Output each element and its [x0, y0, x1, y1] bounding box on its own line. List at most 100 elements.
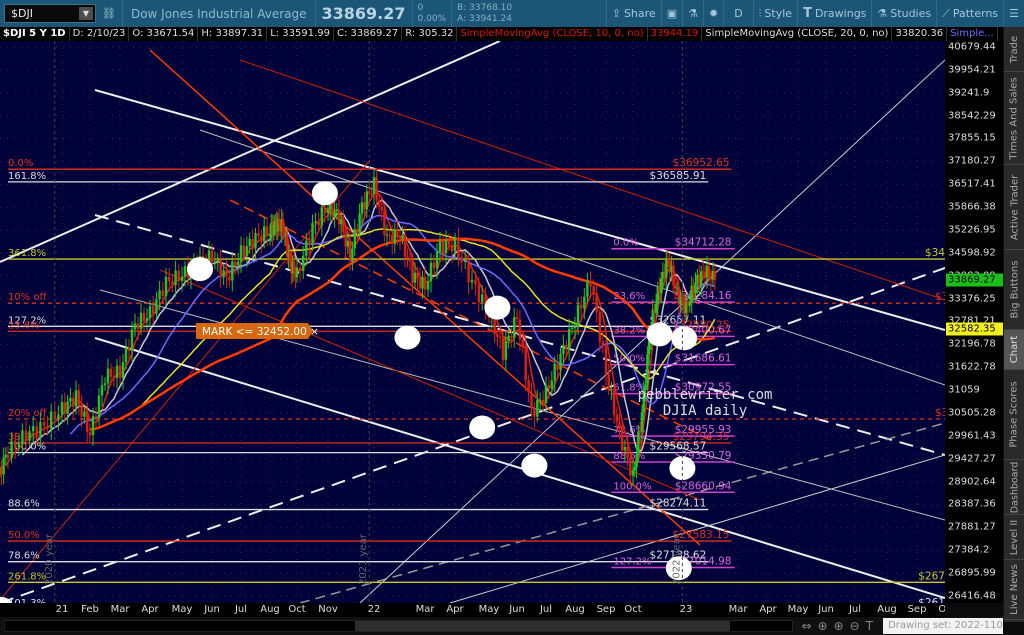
alert-button[interactable]: ▣ — [660, 0, 682, 27]
candle-body — [242, 245, 246, 257]
sidebar-tab-phase-scores[interactable]: Phase Scores — [1004, 370, 1024, 460]
text-tool-icon[interactable]: T — [866, 619, 873, 633]
sidebar-tab-active-trader[interactable]: Active Trader — [1004, 165, 1024, 250]
sma-more-label[interactable]: Simple... — [947, 27, 998, 41]
flask-icon: ⚗ — [877, 7, 888, 20]
candle-body — [406, 256, 409, 259]
candle-body — [145, 318, 149, 321]
drawings-label: Drawings — [814, 7, 867, 20]
candle-body — [326, 209, 330, 213]
crosshair-icon[interactable]: ⊕ — [818, 619, 828, 633]
sidebar-tab-big-buttons[interactable]: Big Buttons — [1004, 250, 1024, 330]
time-tick: Mar — [728, 604, 748, 615]
candle-body — [4, 454, 8, 458]
sma20-value: 33820.36 — [892, 27, 948, 41]
patterns-button[interactable]: ⟋ Patterns — [936, 0, 1003, 27]
candle-body — [499, 336, 502, 339]
candle-body — [544, 385, 548, 403]
candle-body — [527, 380, 530, 393]
drawings-button[interactable]: T Drawings — [797, 0, 871, 27]
candle-body — [348, 240, 352, 261]
link-icon[interactable]: ⛓ — [96, 7, 122, 20]
marker-circle[interactable] — [469, 415, 496, 440]
price-tick: 39241.9 — [948, 87, 990, 99]
lab-button[interactable]: ⚗ — [682, 0, 703, 27]
sidebar-tab-trade[interactable]: Trade — [1004, 27, 1024, 72]
period-button[interactable]: D — [723, 0, 752, 27]
trendline[interactable] — [199, 129, 945, 386]
pan-icon[interactable]: ⇔ — [801, 619, 811, 633]
level-left-label: 161.8% — [8, 171, 46, 182]
candle-body — [314, 221, 317, 224]
candle-body — [393, 229, 396, 244]
sidebar-tab-dashboard[interactable]: Dashboard — [1004, 460, 1024, 515]
candle-body — [592, 286, 595, 294]
zoom-in-icon[interactable]: ⊕ — [834, 619, 844, 633]
candle-body — [660, 278, 663, 294]
price-tick: 35866.38 — [948, 201, 996, 213]
mark-price-label[interactable]: MARK <= 32452.00 × — [196, 323, 319, 339]
sidebar-tab-times-and-sales[interactable]: Times And Sales — [1004, 72, 1024, 165]
marker-circle[interactable] — [187, 257, 213, 282]
time-tick: Sep — [596, 604, 616, 615]
drawing-set-select[interactable]: Drawing set: 2022-1108 — [883, 618, 1003, 634]
marker-circle[interactable] — [646, 322, 673, 347]
candle-body — [631, 470, 635, 476]
marker-circle[interactable] — [311, 181, 338, 206]
sma20-label[interactable]: SimpleMovingAvg (CLOSE, 20, 0, no) — [702, 27, 893, 41]
sidebar-tab-level-ii[interactable]: Level II — [1004, 515, 1024, 560]
candle-body — [288, 253, 292, 261]
candle-body — [385, 234, 389, 236]
price-axis[interactable]: 40679.44 39954.21 39241.9 38542.29 37855.15 3… — [945, 41, 1003, 603]
candle-body — [398, 237, 402, 239]
candle-body — [133, 323, 137, 330]
scrollbar-thumb[interactable] — [355, 621, 730, 631]
time-axis[interactable]: 21 Feb Mar Apr May Jun Jul Aug Oct Nov 22 Mar Apr May… — [0, 603, 945, 617]
pattern-icon: ⟋ — [942, 6, 950, 20]
level-left-label: 20% off — [8, 408, 48, 419]
studies-button[interactable]: ⚗ Studies — [871, 0, 936, 27]
time-tick: 23 — [679, 604, 693, 615]
candle-body — [416, 272, 419, 279]
candle-body — [666, 259, 670, 261]
marker-circle[interactable] — [394, 325, 421, 350]
symbol-input[interactable]: $DJI ▼ — [4, 4, 96, 23]
share-button[interactable]: ⇪ Share — [605, 0, 661, 27]
price-tick: 30505.28 — [948, 407, 996, 419]
marker-circle[interactable] — [671, 326, 698, 351]
menu-button[interactable]: ☰ — [1003, 0, 1024, 27]
zoom-out-icon[interactable]: ⊖ — [850, 619, 860, 633]
sidebar-tab-live-news[interactable]: Live News — [1004, 560, 1024, 620]
trendline[interactable] — [94, 89, 945, 331]
candles — [0, 168, 717, 487]
info-close: C: 33869.27 — [334, 27, 403, 41]
candle-body — [570, 328, 574, 330]
time-tick: Jun — [818, 604, 834, 615]
candle-body — [72, 397, 75, 407]
candle-body — [601, 341, 605, 346]
candle-body — [411, 261, 414, 283]
style-button[interactable]: ⫶ Style — [752, 0, 797, 27]
marker-circle[interactable] — [484, 295, 511, 320]
horizontal-scrollbar[interactable] — [4, 620, 794, 632]
trendline[interactable] — [0, 41, 501, 263]
sma10-label[interactable]: SimpleMovingAvg (CLOSE, 10, 0, no) — [457, 27, 648, 41]
chart-title: $DJI 5 Y 1D — [0, 27, 70, 41]
time-tick: Jul — [539, 604, 553, 615]
chart-canvas[interactable]: 0.0% $36952.65 161.8% $36585.91 361.8% $34430… — [0, 41, 945, 603]
candle-body — [360, 202, 364, 214]
period-label: D — [734, 7, 743, 20]
candle-body — [672, 265, 675, 286]
settings-button[interactable]: ✹ — [702, 0, 723, 27]
trendline[interactable] — [94, 337, 945, 599]
price-tick: 35226.95 — [948, 224, 996, 236]
chevron-down-icon[interactable]: ▼ — [79, 7, 93, 20]
trendline[interactable] — [229, 199, 711, 441]
price-chart[interactable]: 0.0% $36952.65 161.8% $36585.91 361.8% $34430… — [0, 41, 945, 603]
fib-price-label: $34712.28 — [675, 237, 732, 249]
candle-body — [504, 341, 507, 360]
candle-body — [646, 354, 649, 385]
sidebar-tab-chart[interactable]: Chart — [1004, 330, 1024, 370]
price-tick: 26895.99 — [948, 567, 996, 579]
marker-circle[interactable] — [521, 453, 548, 478]
